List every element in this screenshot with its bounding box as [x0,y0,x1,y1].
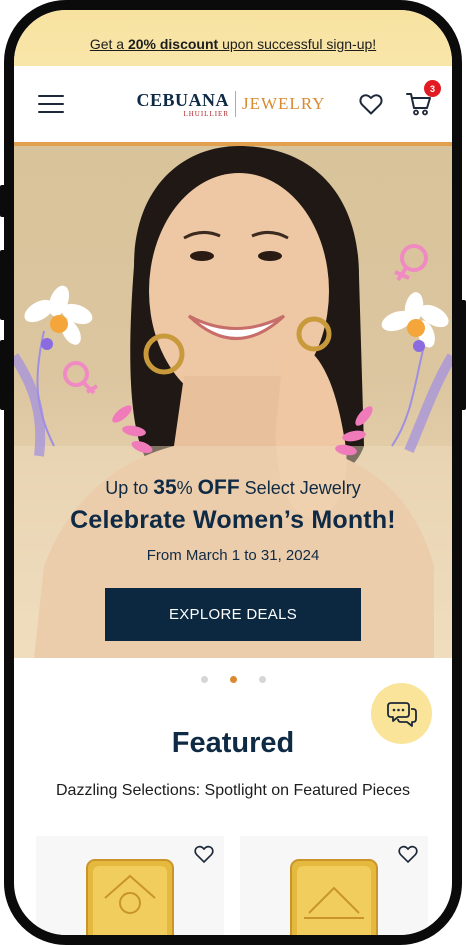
brand-logo[interactable]: CEBUANA LHUILLIER JEWELRY [136,91,325,118]
header-actions: 3 [358,80,441,117]
logo-main-text: CEBUANA [136,89,229,110]
carousel-dot[interactable] [200,676,208,683]
hero-title: Celebrate Women’s Month! [70,506,396,534]
flower-right-graphic [381,292,452,453]
hero-banner[interactable]: Up to 35% OFF Select Jewelry Celebrate W… [14,146,452,658]
logo-divider [235,91,236,117]
carousel-dot[interactable] [258,676,266,683]
carousel-dot-active[interactable] [229,676,237,683]
hero-discount-line: Up to 35% OFF Select Jewelry [105,476,361,499]
phone-frame: Get a 20% discount upon successful sign-… [4,0,462,945]
hero-date: From March 1 to 31, 2024 [146,547,320,564]
heart-icon[interactable] [398,844,418,864]
promo-bar[interactable]: Get a 20% discount upon successful sign-… [14,10,452,66]
carousel-dots [14,676,452,683]
product-card[interactable] [240,836,428,935]
hero-copy: Up to 35% OFF Select Jewelry Celebrate W… [14,476,452,641]
chat-button[interactable] [371,683,432,744]
product-card[interactable] [36,836,224,935]
gold-bar-image [290,859,378,935]
heart-icon [359,94,383,115]
menu-icon[interactable] [38,95,64,113]
featured-subtitle: Dazzling Selections: Spotlight on Featur… [56,782,410,799]
gold-bar-image [86,859,174,935]
wishlist-button[interactable] [358,91,384,117]
logo-sub-text: LHUILLIER [183,109,229,118]
chat-bubbles-icon [386,701,417,727]
featured-products [14,836,452,935]
site-header: CEBUANA LHUILLIER JEWELRY 3 [14,66,452,146]
heart-icon[interactable] [194,844,214,864]
promo-link[interactable]: Get a 20% discount upon successful sign-… [90,36,376,52]
screen: Get a 20% discount upon successful sign-… [14,10,452,935]
explore-deals-button[interactable]: EXPLORE DEALS [105,588,361,641]
venus-symbol-left [63,361,99,395]
cart-button[interactable]: 3 [405,80,441,117]
venus-symbol-right [394,244,428,282]
logo-jewelry-text: JEWELRY [242,94,326,113]
flower-left-graphic [14,285,93,457]
cart-count-badge: 3 [423,80,441,97]
